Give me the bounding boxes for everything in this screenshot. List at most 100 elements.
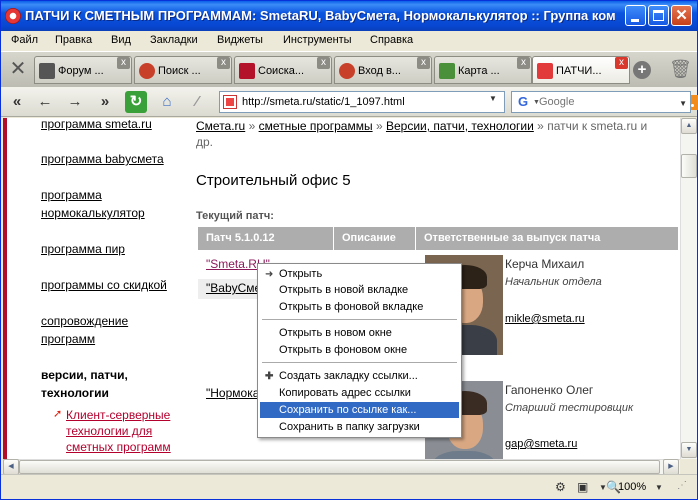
menu-file[interactable]: Файл <box>11 34 38 46</box>
person-email-link[interactable]: mikle@smeta.ru <box>505 313 585 325</box>
sidebar-item-normocalc[interactable]: программа <box>41 186 102 204</box>
tab-close-icon[interactable]: x <box>417 57 430 69</box>
person-role: Начальник отдела <box>505 276 602 288</box>
column-header-patch: Патч 5.1.0.12 <box>206 232 275 244</box>
tab-close-icon[interactable]: x <box>517 57 530 69</box>
customize-tools-icon[interactable]: ✕ <box>5 56 31 82</box>
menu-item-open-new-window[interactable]: Открыть в новом окне <box>260 325 459 341</box>
horizontal-scrollbar[interactable]: ◀ ▶ <box>3 459 680 475</box>
google-icon[interactable]: G <box>515 94 531 110</box>
tab-close-icon[interactable]: x <box>117 57 130 69</box>
search-dropdown-icon[interactable]: ▼ <box>679 99 687 108</box>
tab-label: Форум ... <box>58 65 104 77</box>
menu-edit[interactable]: Правка <box>55 34 92 46</box>
vertical-scroll-thumb[interactable] <box>681 154 697 178</box>
reload-icon[interactable]: ↻ <box>125 91 147 113</box>
column-header-description: Описание <box>342 232 396 244</box>
menu-item-open[interactable]: ➜ Открыть <box>260 266 459 282</box>
tab-applicant[interactable]: Соиска... x <box>234 56 332 84</box>
tab-label: Вход в... <box>358 65 401 77</box>
person-name: Керча Михаил <box>505 257 585 271</box>
sidebar-item-versions[interactable]: версии, патчи, <box>41 366 128 384</box>
column-divider <box>415 227 416 250</box>
breadcrumb: Смета.ru » сметные программы » Версии, п… <box>196 118 680 150</box>
menu-item-open-background-tab[interactable]: Открыть в фоновой вкладке <box>260 299 459 315</box>
tab-login[interactable]: Вход в... x <box>334 56 432 84</box>
scroll-up-icon[interactable]: ▲ <box>681 118 697 134</box>
menu-view[interactable]: Вид <box>111 34 131 46</box>
sidebar-item-versions-cont[interactable]: технологии <box>41 384 109 402</box>
scroll-left-icon[interactable]: ◀ <box>3 459 19 475</box>
home-icon[interactable]: ⌂ <box>155 91 179 113</box>
window-title: ПАТЧИ К СМЕТНЫМ ПРОГРАММАМ: SmetaRU, Bab… <box>25 8 615 23</box>
turbo-icon[interactable]: ⚙ <box>555 480 566 494</box>
search-input[interactable] <box>539 94 669 110</box>
menu-item-label: Создать закладку ссылки... <box>279 370 418 382</box>
sidebar-subitem-client-server-cont[interactable]: технологии для <box>66 423 152 439</box>
sidebar-item-smeta[interactable]: программа smeta.ru <box>41 118 152 133</box>
address-dropdown-icon[interactable]: ▼ <box>489 94 497 103</box>
menu-separator <box>262 362 457 363</box>
back-icon[interactable]: ← <box>33 91 57 113</box>
rewind-icon[interactable]: « <box>5 91 29 113</box>
tab-close-icon[interactable]: x <box>317 57 330 69</box>
sidebar-item-pir[interactable]: программа пир <box>41 240 125 258</box>
menu-item-open-new-tab[interactable]: Открыть в новой вкладке <box>260 282 459 298</box>
menu-widgets[interactable]: Виджеты <box>217 34 263 46</box>
menu-item-save-link-as[interactable]: Сохранить по ссылке как... <box>260 402 459 418</box>
zoom-dropdown-icon[interactable]: ▼ <box>655 483 663 492</box>
tab-label: Соиска... <box>258 65 305 77</box>
menu-bookmarks[interactable]: Закладки <box>150 34 198 46</box>
row-link-babysmeta[interactable]: "BabyСме <box>206 281 261 295</box>
trash-icon[interactable]: 🗑 <box>669 59 692 79</box>
menu-help[interactable]: Справка <box>370 34 413 46</box>
menu-item-label: Открыть в фоновом окне <box>279 344 408 356</box>
forward-icon[interactable]: → <box>63 91 87 113</box>
scroll-down-icon[interactable]: ▼ <box>681 442 697 458</box>
title-bar[interactable]: ПАТЧИ К СМЕТНЫМ ПРОГРАММАМ: SmetaRU, Bab… <box>1 1 697 31</box>
breadcrumb-versions[interactable]: Версии, патчи, технологии <box>386 119 534 133</box>
vertical-scrollbar[interactable]: ▲ ▼ <box>680 118 697 459</box>
tab-close-icon[interactable]: x <box>217 57 230 69</box>
current-patch-label: Текущий патч: <box>196 210 274 222</box>
menu-item-copy-link[interactable]: Копировать адрес ссылки <box>260 385 459 401</box>
image-toggle-icon[interactable]: ▣ <box>577 480 588 494</box>
menu-item-bookmark-link[interactable]: ✚ Создать закладку ссылки... <box>260 368 459 384</box>
search-box[interactable]: G ▼ ▼ <box>511 91 691 113</box>
maximize-button[interactable] <box>648 5 669 26</box>
tab-bar: ✕ Форум ... x Поиск ... x Соиска... x Вх… <box>1 51 697 87</box>
sidebar-item-normocalc-cont[interactable]: нормокалькулятор <box>41 204 145 222</box>
tab-patches[interactable]: ПАТЧИ... x <box>532 56 630 84</box>
menu-item-save-to-downloads[interactable]: Сохранить в папку загрузки <box>260 419 459 435</box>
plus-icon: ✚ <box>265 371 274 382</box>
breadcrumb-programs[interactable]: сметные программы <box>259 119 373 133</box>
person-email-link[interactable]: gap@smeta.ru <box>505 438 577 450</box>
menu-item-open-background-window[interactable]: Открыть в фоновом окне <box>260 342 459 358</box>
sidebar-item-discount[interactable]: программы со скидкой <box>41 276 167 294</box>
edit-site-prefs-icon[interactable]: ⁄ <box>185 91 209 113</box>
zoom-level[interactable]: 100% <box>618 481 646 493</box>
new-tab-button[interactable]: + <box>633 61 651 79</box>
tab-search[interactable]: Поиск ... x <box>134 56 232 84</box>
sidebar-subitem-client-server-cont2[interactable]: сметных программ <box>66 439 171 455</box>
sidebar-subitem-client-server[interactable]: Клиент-серверные <box>66 407 170 423</box>
close-window-button[interactable]: ✕ <box>671 5 692 26</box>
fast-forward-icon[interactable]: » <box>93 91 117 113</box>
tab-map[interactable]: Карта ... x <box>434 56 532 84</box>
person-role: Старший тестировщик <box>505 402 634 414</box>
tab-close-icon[interactable]: x <box>615 57 628 69</box>
breadcrumb-separator: » <box>375 119 383 133</box>
resize-grip-icon[interactable]: ⋰ <box>677 480 687 491</box>
menu-tools[interactable]: Инструменты <box>283 34 352 46</box>
address-url[interactable]: http://smeta.ru/static/1_1097.html <box>242 96 405 108</box>
horizontal-scroll-thumb[interactable] <box>19 460 660 474</box>
scroll-right-icon[interactable]: ▶ <box>663 459 679 475</box>
breadcrumb-home[interactable]: Смета.ru <box>196 119 245 133</box>
minimize-button[interactable] <box>625 5 646 26</box>
tab-forum[interactable]: Форум ... x <box>34 56 132 84</box>
sidebar-item-support-cont[interactable]: программ <box>41 330 95 348</box>
sidebar-item-support[interactable]: сопровождение <box>41 312 128 330</box>
address-bar[interactable]: http://smeta.ru/static/1_1097.html <box>219 91 698 113</box>
row-link-normocalc[interactable]: "Нормока <box>206 386 259 400</box>
sidebar-item-babysmeta[interactable]: программа babyсмета <box>41 150 164 168</box>
